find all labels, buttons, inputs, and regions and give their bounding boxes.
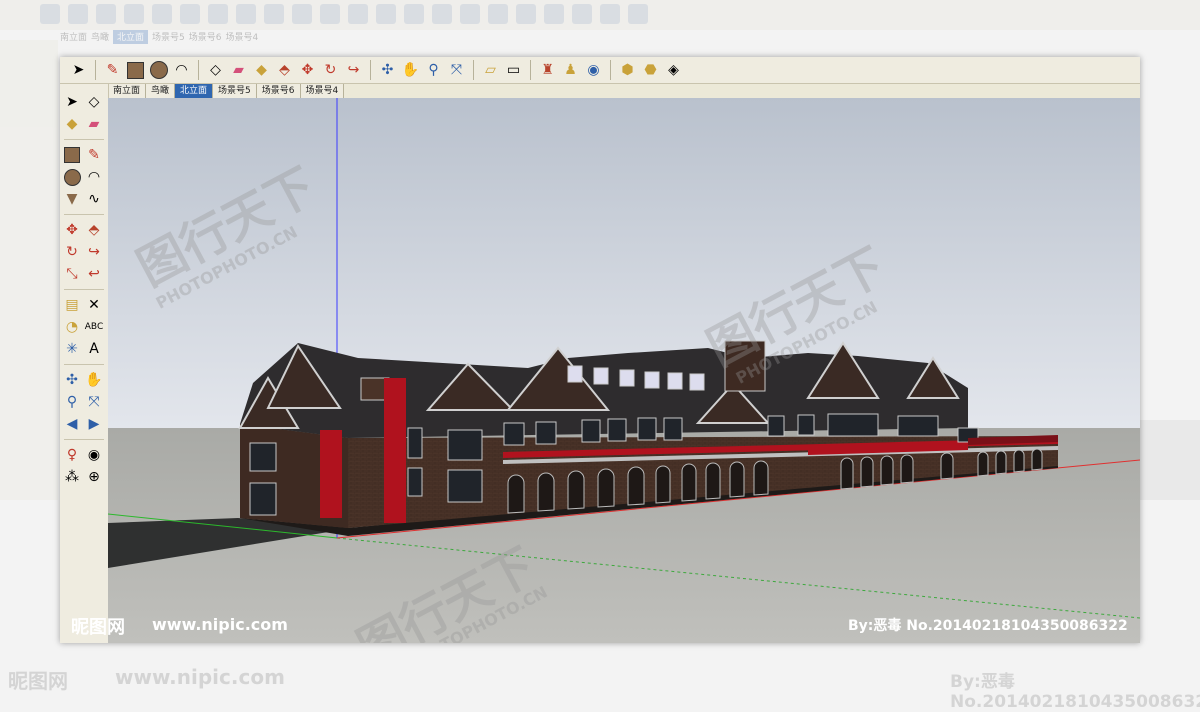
walk-icon[interactable]: ⁂ — [62, 467, 82, 487]
eraser-icon[interactable]: ▰ — [228, 60, 249, 81]
scene-svg — [108, 98, 1140, 643]
select-icon[interactable]: ➤ — [68, 60, 89, 81]
rotate-icon[interactable]: ↻ — [320, 60, 341, 81]
select-icon[interactable]: ➤ — [62, 92, 82, 112]
tab-aerial[interactable]: 鸟瞰 — [146, 84, 176, 98]
walk-icon[interactable]: ♟ — [560, 60, 581, 81]
tape-measure-icon[interactable]: ▤ — [62, 295, 82, 315]
component-icon[interactable]: ◇ — [84, 92, 104, 112]
rectangle-icon[interactable] — [62, 145, 82, 165]
zoom-icon[interactable]: ⚲ — [62, 392, 82, 412]
scene-tabs: 南立面 鸟瞰 北立面 场景号5 场景号6 场景号4 — [108, 84, 345, 98]
model-viewport[interactable]: 图行天下 PHOTOPHOTO.CN 图行天下 PHOTOPHOTO.CN 图行… — [108, 98, 1140, 643]
background-footer: 昵图网 www.nipic.com By:恶毒 No.2014021810435… — [8, 665, 1200, 712]
top-toolbar: ➤ ✎ ◠ ◇ ▰ ◆ ⬘ ✥ ↻ ↪ ✣ ✋ ⚲ ⤧ ▱ ▭ ♜ ♟ ◉ ⬢ … — [60, 57, 1140, 84]
orbit-icon[interactable]: ✣ — [377, 60, 398, 81]
follow-me-icon[interactable]: ↪ — [84, 242, 104, 262]
image-number: No.20140218104350086322 — [906, 618, 1128, 634]
circle-icon[interactable] — [148, 60, 169, 81]
position-camera-icon[interactable]: ♀ — [62, 445, 82, 465]
next-view-icon[interactable]: ▶ — [84, 414, 104, 434]
paint-bucket-icon[interactable]: ◆ — [251, 60, 272, 81]
arc-icon[interactable]: ◠ — [171, 60, 192, 81]
push-pull-icon[interactable]: ⬘ — [84, 220, 104, 240]
iso-view-icon[interactable]: ▭ — [503, 60, 524, 81]
shadow-icon[interactable]: ♜ — [537, 60, 558, 81]
tab-south-elevation[interactable]: 南立面 — [108, 84, 147, 98]
background-tabs: 南立面 鸟瞰 北立面 场景号5 场景号6 场景号4 — [60, 30, 258, 44]
pan-icon[interactable]: ✋ — [84, 370, 104, 390]
section-plane-icon[interactable]: ⊕ — [84, 467, 104, 487]
3d-text-icon[interactable]: A — [84, 339, 104, 359]
move-icon[interactable]: ✥ — [62, 220, 82, 240]
rectangle-icon[interactable] — [125, 60, 146, 81]
protractor-icon[interactable]: ◔ — [62, 317, 82, 337]
zoom-icon[interactable]: ⚲ — [423, 60, 444, 81]
tab-scene-5[interactable]: 场景号5 — [213, 84, 257, 98]
previous-view-icon[interactable]: ◀ — [62, 414, 82, 434]
circle-icon[interactable] — [62, 167, 82, 187]
nipic-url: www.nipic.com — [152, 615, 288, 634]
paint-bucket-icon[interactable]: ◆ — [62, 114, 82, 134]
eraser-icon[interactable]: ▰ — [84, 114, 104, 134]
nipic-site-name: 昵图网 — [71, 617, 125, 638]
pan-icon[interactable]: ✋ — [400, 60, 421, 81]
push-pull-icon[interactable]: ⬘ — [274, 60, 295, 81]
offset-icon[interactable]: ↩ — [84, 264, 104, 284]
look-around-icon[interactable]: ◉ — [84, 445, 104, 465]
tab-north-elevation[interactable]: 北立面 — [175, 84, 214, 98]
rotate-icon[interactable]: ↻ — [62, 242, 82, 262]
sketchup-window: ➤ ✎ ◠ ◇ ▰ ◆ ⬘ ✥ ↻ ↪ ✣ ✋ ⚲ ⤧ ▱ ▭ ♜ ♟ ◉ ⬢ … — [60, 57, 1140, 643]
orbit-icon[interactable]: ✣ — [62, 370, 82, 390]
move-icon[interactable]: ✥ — [297, 60, 318, 81]
tab-scene-6[interactable]: 场景号6 — [256, 84, 301, 98]
zoom-window-icon[interactable]: ⤧ — [84, 392, 104, 412]
background-ground — [1140, 420, 1200, 500]
author-label: By:恶毒 — [848, 618, 902, 634]
globe-icon[interactable]: ◉ — [583, 60, 604, 81]
top-view-icon[interactable]: ▱ — [480, 60, 501, 81]
axes-icon[interactable]: ✳ — [62, 339, 82, 359]
tab-scene-4[interactable]: 场景号4 — [300, 84, 345, 98]
text-icon[interactable]: ABC — [84, 317, 104, 337]
scale-icon[interactable]: ⤡ — [62, 264, 82, 284]
polygon-icon[interactable]: ▼ — [62, 189, 82, 209]
pencil-icon[interactable]: ✎ — [102, 60, 123, 81]
zoom-extents-icon[interactable]: ⤧ — [446, 60, 467, 81]
background-toolbar — [0, 0, 1200, 30]
pencil-icon[interactable]: ✎ — [84, 145, 104, 165]
left-toolbar: ➤ ◇ ◆ ▰ ✎ ◠ ▼ ∿ ✥ ⬘ ↻ ↪ ⤡ ↩ ▤ ✕ ◔ ABC ✳ … — [60, 84, 109, 643]
background-left-toolbar — [0, 40, 58, 500]
warehouse-icon[interactable]: ⬢ — [617, 60, 638, 81]
layers-icon[interactable]: ◈ — [663, 60, 684, 81]
author-number: By:恶毒 No.20140218104350086322 — [848, 615, 1128, 635]
component-icon[interactable]: ◇ — [205, 60, 226, 81]
arc-icon[interactable]: ◠ — [84, 167, 104, 187]
freehand-icon[interactable]: ∿ — [84, 189, 104, 209]
dimension-icon[interactable]: ✕ — [84, 295, 104, 315]
share-icon[interactable]: ⬣ — [640, 60, 661, 81]
follow-me-icon[interactable]: ↪ — [343, 60, 364, 81]
